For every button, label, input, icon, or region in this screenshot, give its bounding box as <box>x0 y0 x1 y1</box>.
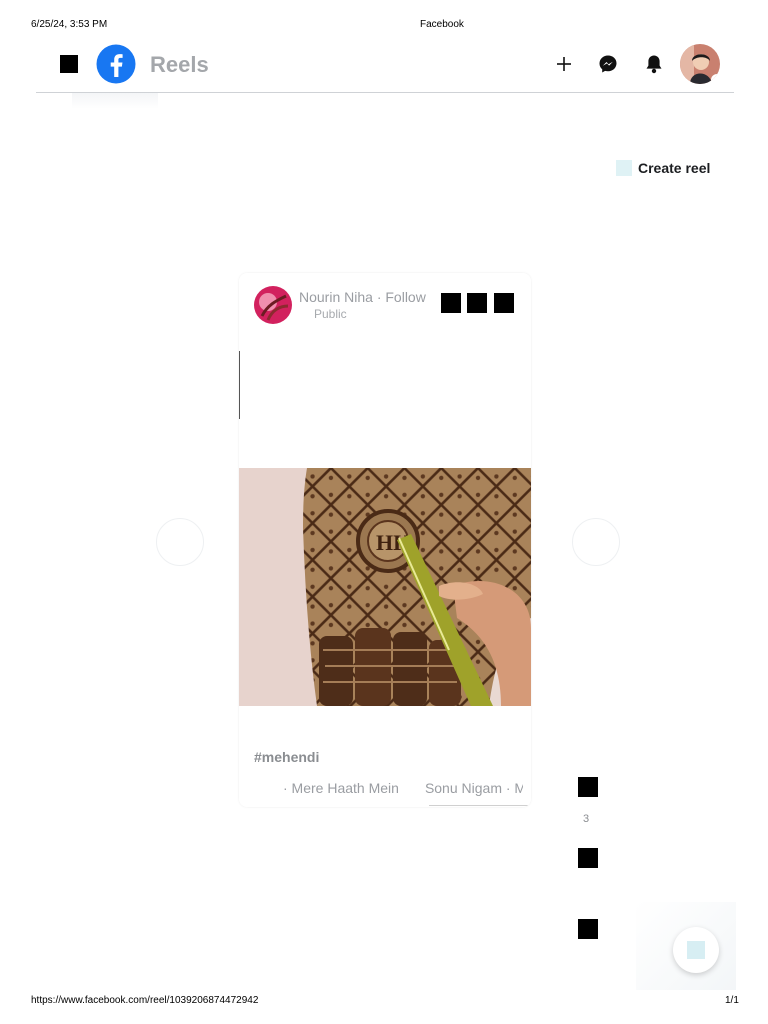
create-reel-button[interactable]: Create reel <box>616 160 710 176</box>
mehendi-video-frame: HK <box>239 468 531 706</box>
new-message-button[interactable] <box>673 927 719 973</box>
reel-video[interactable]: HK <box>239 468 531 706</box>
author-name[interactable]: Nourin Niha · Follow <box>299 289 426 305</box>
account-avatar[interactable]: ⌄ <box>680 44 720 84</box>
like-icon[interactable] <box>578 777 598 797</box>
page-title: Reels <box>150 52 209 77</box>
compose-icon <box>687 941 705 959</box>
bell-icon <box>646 55 662 74</box>
author-avatar-image <box>254 286 292 324</box>
print-header: 6/25/24, 3:53 PM Facebook <box>0 19 768 33</box>
artist-name: Sonu Nigam · M <box>424 780 523 796</box>
print-page-number: 1/1 <box>725 995 739 1006</box>
print-footer: https://www.facebook.com/reel/1039206874… <box>0 995 768 1009</box>
print-date: 6/25/24, 3:53 PM <box>31 19 108 30</box>
pause-icon[interactable] <box>494 293 514 313</box>
song-title: · Mere Haath Mein <box>283 780 399 796</box>
messenger-icon <box>599 55 617 73</box>
music-info[interactable]: · Mere Haath Mein Sonu Nigam · M <box>283 780 523 796</box>
reel-hashtag[interactable]: #mehendi <box>254 749 319 765</box>
share-icon[interactable] <box>578 919 598 939</box>
plus-icon <box>557 57 571 71</box>
card-edge <box>239 351 240 419</box>
author-avatar[interactable] <box>254 286 292 324</box>
create-reel-label: Create reel <box>638 160 711 176</box>
print-url: https://www.facebook.com/reel/1039206874… <box>31 995 259 1006</box>
next-reel-button[interactable] <box>572 518 620 566</box>
like-count: 3 <box>583 813 590 825</box>
facebook-logo-icon[interactable] <box>96 44 136 84</box>
privacy-label: Public <box>314 307 347 321</box>
previous-reel-button[interactable] <box>156 518 204 566</box>
more-options-icon[interactable] <box>441 293 461 313</box>
chevron-down-icon: ⌄ <box>711 74 720 84</box>
progress-line <box>429 805 529 806</box>
create-button[interactable] <box>550 50 578 78</box>
top-navigation-bar: Reels ⌄ <box>36 40 734 93</box>
comment-icon[interactable] <box>578 848 598 868</box>
messenger-button[interactable] <box>594 50 622 78</box>
nav-tab-shadow <box>72 93 158 109</box>
notifications-button[interactable] <box>640 50 668 78</box>
print-title: Facebook <box>420 19 464 30</box>
create-reel-icon <box>616 160 632 176</box>
reel-card: Nourin Niha · Follow Public HK #mehendi … <box>239 273 531 807</box>
menu-icon[interactable] <box>60 55 78 73</box>
mute-icon[interactable] <box>467 293 487 313</box>
